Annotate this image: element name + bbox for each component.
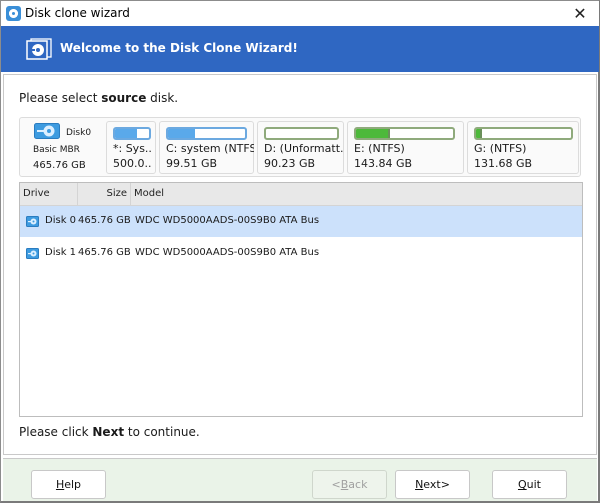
quit-accel: Q bbox=[517, 478, 527, 491]
app-icon bbox=[6, 6, 21, 21]
column-header-model[interactable]: Model bbox=[131, 183, 582, 205]
quit-label-post: uit bbox=[526, 478, 541, 491]
column-header-drive[interactable]: Drive bbox=[20, 183, 78, 205]
partition-usage-bar bbox=[264, 127, 339, 140]
partition-e[interactable]: E: (NTFS) 143.84 GB bbox=[347, 121, 464, 174]
title-bar: Disk clone wizard ✕ bbox=[1, 1, 599, 26]
disk-name: Disk0 bbox=[66, 128, 92, 138]
hard-disk-icon bbox=[34, 123, 60, 139]
partition-size: 99.51 GB bbox=[166, 157, 218, 170]
partition-d[interactable]: D: (Unformatt.. 90.23 GB bbox=[257, 121, 344, 174]
help-label-post: elp bbox=[64, 478, 82, 491]
disk-size: 465.76 GB bbox=[33, 160, 86, 171]
partition-usage-fill bbox=[356, 129, 390, 138]
partition-size: 90.23 GB bbox=[264, 157, 316, 170]
prompt-prefix: Please select bbox=[19, 91, 102, 105]
close-button[interactable]: ✕ bbox=[565, 3, 595, 25]
partition-system-reserved[interactable]: *: Sys.. 500.0.. bbox=[106, 121, 156, 174]
quit-button[interactable]: Quit bbox=[492, 470, 567, 499]
partition-label: *: Sys.. bbox=[113, 142, 152, 155]
cell-model: WDC WD5000AADS-00S9B0 ATA Bus bbox=[135, 215, 320, 226]
disk-clone-icon bbox=[26, 38, 52, 60]
disk-map: Disk0 Basic MBR 465.76 GB *: Sys.. 500.0… bbox=[19, 117, 581, 177]
cell-size: 465.76 GB bbox=[78, 247, 131, 258]
disk-table: Drive Size Model Disk 0 465.76 GB WDC WD… bbox=[19, 182, 583, 417]
cell-drive: Disk 0 bbox=[45, 215, 77, 226]
table-row[interactable]: Disk 0 465.76 GB WDC WD5000AADS-00S9B0 A… bbox=[20, 206, 582, 237]
next-label-post: ext> bbox=[423, 478, 450, 491]
prompt-bold: source bbox=[101, 91, 147, 105]
back-button[interactable]: <Back bbox=[312, 470, 387, 499]
partition-size: 131.68 GB bbox=[474, 157, 533, 170]
partition-label: D: (Unformatt.. bbox=[264, 142, 344, 155]
banner-title: Welcome to the Disk Clone Wizard! bbox=[60, 41, 298, 55]
partition-label: C: system (NTFS bbox=[166, 142, 254, 155]
disk-clone-wizard-window: Disk clone wizard ✕ Welcome to the Disk … bbox=[0, 0, 600, 503]
hint-suffix: to continue. bbox=[124, 425, 200, 439]
partition-size: 500.0.. bbox=[113, 157, 152, 170]
help-button[interactable]: Help bbox=[31, 470, 106, 499]
back-label-post: ack bbox=[348, 478, 368, 491]
disk-icon bbox=[26, 248, 39, 259]
partition-usage-bar bbox=[166, 127, 247, 140]
continue-hint: Please click Next to continue. bbox=[19, 425, 200, 439]
table-header: Drive Size Model bbox=[20, 183, 582, 206]
partition-c[interactable]: C: system (NTFS 99.51 GB bbox=[159, 121, 254, 174]
partition-label: G: (NTFS) bbox=[474, 142, 527, 155]
disk-icon bbox=[26, 216, 39, 227]
partition-usage-fill bbox=[115, 129, 138, 138]
wizard-content: Please select source disk. Disk0 Basic M… bbox=[3, 74, 597, 455]
partition-usage-fill bbox=[168, 129, 195, 138]
back-label-pre: < bbox=[331, 478, 341, 491]
cell-size: 465.76 GB bbox=[78, 215, 131, 226]
window-title: Disk clone wizard bbox=[25, 6, 130, 20]
partition-usage-bar bbox=[113, 127, 151, 140]
disk-type: Basic MBR bbox=[33, 145, 80, 155]
hint-prefix: Please click bbox=[19, 425, 93, 439]
partition-label: E: (NTFS) bbox=[354, 142, 405, 155]
partition-usage-bar bbox=[474, 127, 573, 140]
cell-drive: Disk 1 bbox=[45, 247, 77, 258]
wizard-banner: Welcome to the Disk Clone Wizard! bbox=[1, 26, 599, 72]
hint-bold: Next bbox=[92, 425, 125, 439]
partition-g[interactable]: G: (NTFS) 131.68 GB bbox=[467, 121, 579, 174]
column-header-size[interactable]: Size bbox=[78, 183, 131, 205]
disk-info[interactable]: Disk0 Basic MBR 465.76 GB bbox=[20, 118, 102, 176]
next-button[interactable]: Next> bbox=[395, 470, 470, 499]
partition-usage-fill bbox=[476, 129, 482, 138]
select-source-prompt: Please select source disk. bbox=[19, 91, 178, 105]
help-accel: H bbox=[55, 478, 65, 491]
wizard-footer: Help <Back Next> Quit bbox=[3, 458, 597, 501]
prompt-suffix: disk. bbox=[146, 91, 179, 105]
partition-usage-bar bbox=[354, 127, 455, 140]
table-row[interactable]: Disk 1 465.76 GB WDC WD5000AADS-00S9B0 A… bbox=[20, 238, 582, 269]
cell-model: WDC WD5000AADS-00S9B0 ATA Bus bbox=[135, 247, 320, 258]
partition-size: 143.84 GB bbox=[354, 157, 413, 170]
